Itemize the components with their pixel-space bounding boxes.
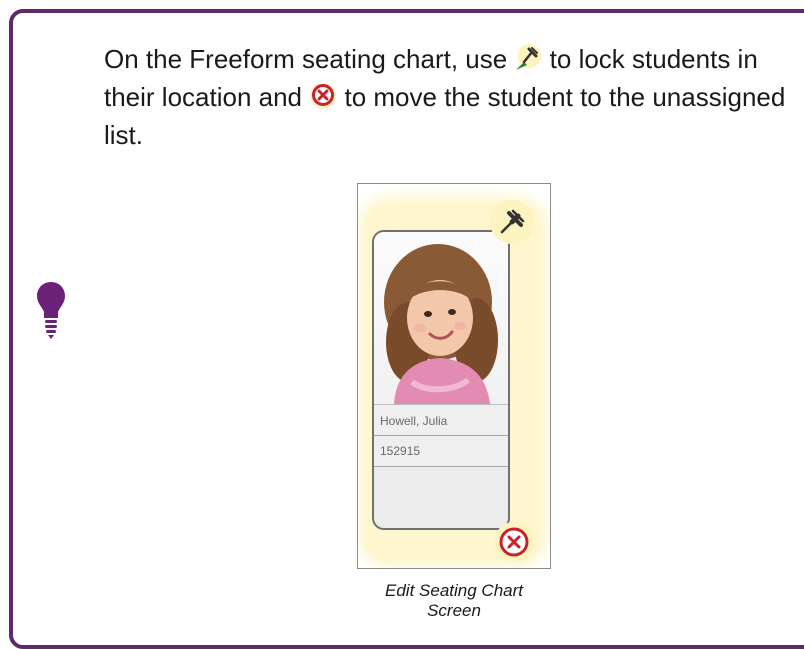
student-id: 152915 bbox=[374, 436, 508, 467]
figure-caption: Edit Seating Chart Screen bbox=[385, 581, 523, 620]
remove-circle-icon bbox=[499, 527, 529, 557]
student-photo bbox=[374, 232, 508, 404]
pushpin-icon bbox=[514, 44, 542, 72]
tip-text: On the Freeform seating chart, use to lo… bbox=[104, 40, 794, 154]
student-name: Howell, Julia bbox=[374, 404, 508, 436]
seating-chart-screenshot: Howell, Julia 152915 bbox=[357, 183, 551, 569]
unassign-button[interactable] bbox=[494, 522, 534, 562]
lightbulb-icon bbox=[36, 280, 66, 346]
pushpin-icon bbox=[500, 209, 525, 234]
lock-pin-button[interactable] bbox=[490, 200, 534, 244]
remove-circle-icon bbox=[309, 82, 337, 110]
student-card[interactable]: Howell, Julia 152915 bbox=[372, 230, 510, 530]
tip-text-part1: On the Freeform seating chart, use bbox=[104, 44, 508, 74]
